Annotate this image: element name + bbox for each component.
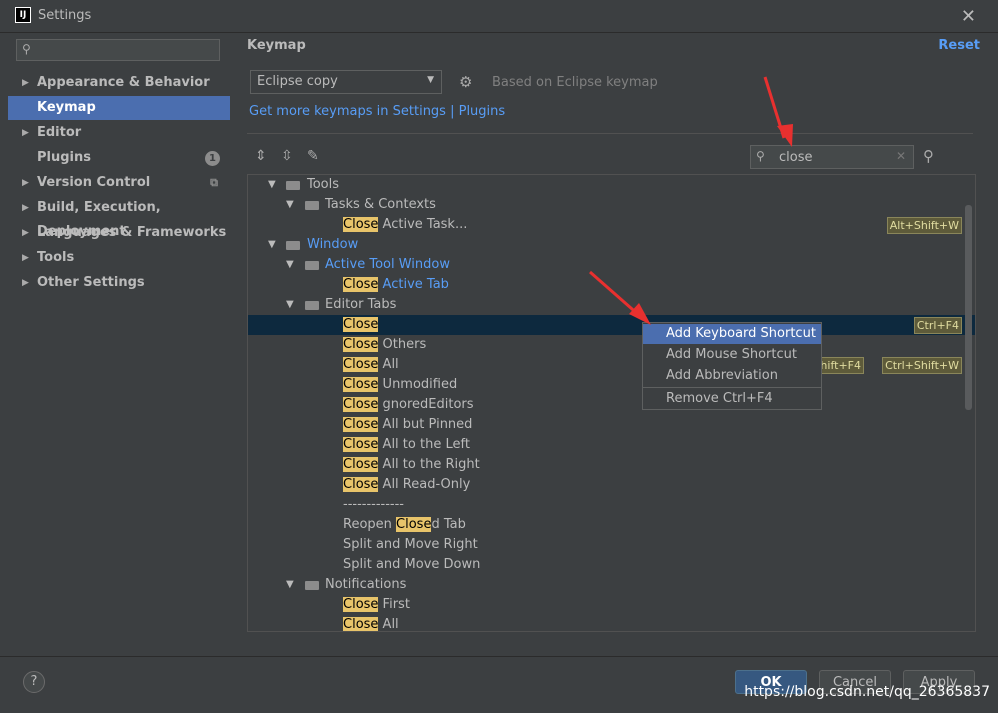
annotation-arrow-search: [763, 76, 793, 147]
annotation-arrow-menu: [589, 270, 651, 325]
annotation-arrows: [589, 76, 793, 325]
